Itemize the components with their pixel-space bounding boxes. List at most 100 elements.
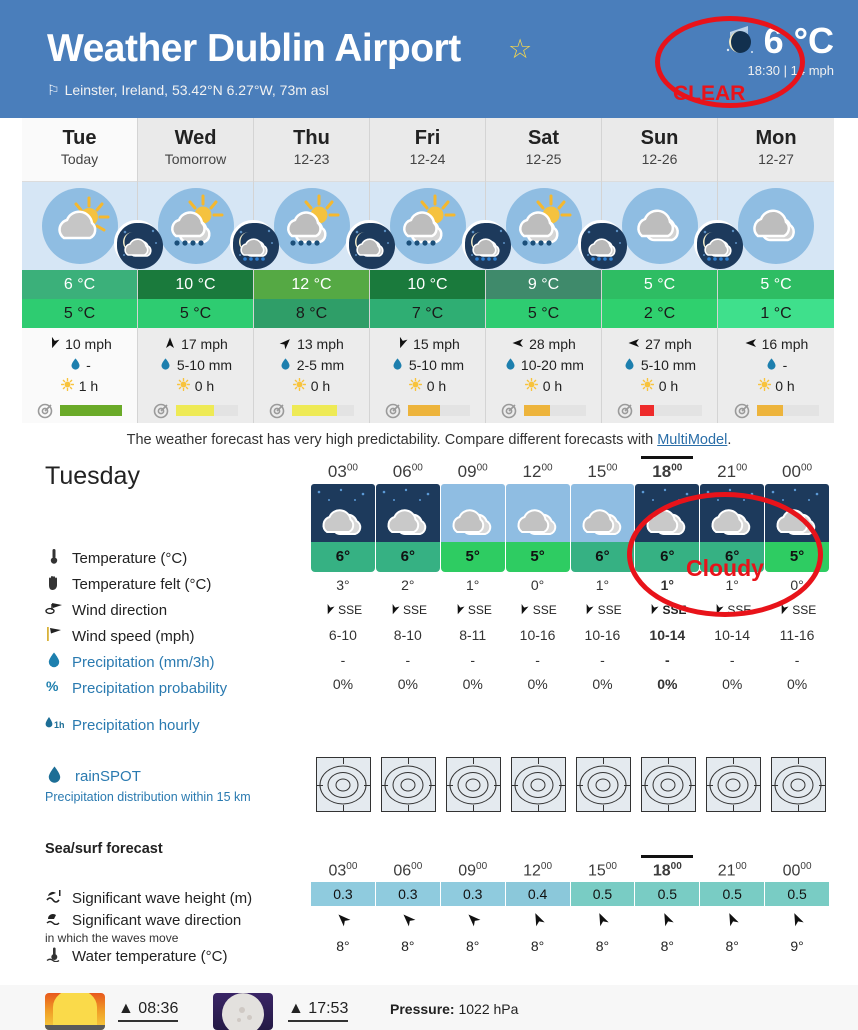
precipitation-hourly-label-row[interactable]: 1h Precipitation hourly — [45, 716, 200, 735]
day-header: Mon 12-27 — [718, 118, 834, 182]
day-max-temp: 9 °C — [486, 270, 601, 299]
day-column-mon[interactable]: Mon 12-27 5 °C 1 °C 16 mph - 0 h — [718, 118, 834, 423]
day-name: Tue — [62, 127, 97, 149]
day-predictability — [602, 402, 717, 419]
day-header: Tue Today — [22, 118, 137, 182]
rainspot-radar — [705, 757, 761, 812]
sea-wave-height-18: 0.5 — [635, 882, 700, 907]
rainspot-cell-00 — [766, 757, 830, 812]
day-name: Sat — [527, 127, 560, 149]
droplet-icon — [68, 355, 82, 376]
predictability-bar — [640, 405, 702, 416]
day-weather-icons — [22, 182, 163, 270]
day-column-wed[interactable]: Wed Tomorrow 10 °C 5 °C 17 mph 5-10 mm 0… — [138, 118, 279, 423]
sea-water-temp-18: 8° — [660, 938, 674, 955]
day-column-sat[interactable]: Sat 12-25 9 °C 5 °C 28 mph 10-20 mm 0 h — [486, 118, 627, 423]
moonrise-time-value: 17:53 — [308, 1000, 349, 1017]
day-column-thu[interactable]: Thu 12-23 12 °C 8 °C 13 mph 2-5 mm 0 h — [254, 118, 395, 423]
moonrise-time: ▲ 17:53 — [288, 1000, 349, 1022]
sea-water-temp-12: 8° — [530, 938, 545, 955]
cloud-icon — [738, 188, 814, 264]
hour-precipitation-06: - — [405, 652, 411, 668]
day-min-temp: 5 °C — [138, 299, 253, 328]
day-min-temp: 8 °C — [254, 299, 369, 328]
hourly-parameter-labels: Temperature (°C) Temperature felt (°C) W… — [45, 545, 315, 701]
hourly-label-4[interactable]: Precipitation (mm/3h) — [45, 649, 315, 675]
day-precip-row: 5-10 mm — [370, 355, 485, 376]
day-precip-row: 10-20 mm — [486, 355, 601, 376]
sun-icon — [293, 376, 307, 397]
day-min-temp: 7 °C — [370, 299, 485, 328]
arrow-w-icon — [511, 334, 525, 355]
hourly-label-5[interactable]: % Precipitation probability — [45, 675, 315, 701]
hour-felt-03: 3° — [336, 577, 350, 593]
day-sun-hours: 0 h — [426, 378, 447, 394]
predictability-bar — [756, 405, 819, 416]
arrow-nnw-icon — [531, 908, 545, 936]
day-name: Wed — [174, 127, 217, 149]
hour-weather-icon-09 — [440, 484, 505, 542]
page-title: Weather Dublin Airport — [47, 27, 461, 70]
star-icon[interactable]: ☆ — [508, 36, 532, 63]
rainspot-cell-15 — [571, 757, 635, 812]
day-sun-hours: 0 h — [194, 378, 215, 394]
wind-flag-icon — [45, 626, 63, 646]
droplet-icon — [623, 355, 637, 376]
triangle-up-icon-2: ▲ — [288, 1000, 304, 1017]
hour-header-15: 1500 — [587, 462, 618, 481]
droplet-icon — [503, 355, 517, 376]
rainspot-row — [311, 757, 831, 812]
rainspot-cell-03 — [311, 757, 375, 812]
rainspot-cell-12 — [506, 757, 570, 812]
sea-wave-height-06: 0.3 — [375, 882, 440, 907]
day-sun-row: 0 h — [138, 376, 253, 397]
day-column-fri[interactable]: Fri 12-24 10 °C 7 °C 15 mph 5-10 mm 0 h — [370, 118, 511, 423]
sun-icon — [757, 376, 771, 397]
hourly-label-0: Temperature (°C) — [45, 545, 315, 571]
rainspot-cell-09 — [441, 757, 505, 812]
hourly-hours-row: 0300 0600 0900 1200 1500 1800 2100 0000 — [311, 456, 829, 484]
hour-probability-12: 0% — [527, 676, 548, 692]
hour-wind-direction-00: SSE — [765, 598, 829, 623]
day-column-tue[interactable]: Tue Today 6 °C 5 °C 10 mph - 1 h — [22, 118, 163, 423]
day-column-sun[interactable]: Sun 12-26 5 °C 2 °C 27 mph 5-10 mm 0 h — [602, 118, 743, 423]
hand-icon — [45, 574, 63, 595]
hour-weather-icon-18 — [635, 484, 700, 542]
daily-forecast-table: Tue Today 6 °C 5 °C 10 mph - 1 h Wed Tom… — [22, 118, 834, 423]
sea-label-1: Significant wave direction — [45, 909, 325, 931]
hour-weather-icon-06 — [375, 484, 440, 542]
moon-clear-icon — [720, 22, 758, 60]
sun-cloud-rain-icon — [273, 188, 350, 264]
hourly-label-text: Temperature felt (°C) — [72, 575, 212, 593]
day-wind-speed: 17 mph — [181, 336, 228, 352]
moon-icon — [213, 993, 273, 1030]
hour-temperature-12: 5° — [505, 542, 570, 572]
sun-cloud-icon — [41, 188, 118, 264]
hourly-precipitation-row: -------- — [311, 648, 829, 672]
current-conditions: 6 °C 18:30 | 14 mph — [720, 22, 834, 78]
day-details: 27 mph 5-10 mm 0 h — [602, 328, 717, 423]
hour-wind-speed-09: 8-11 — [459, 627, 487, 643]
hour-felt-21: 1° — [725, 577, 739, 593]
note-text-before: The weather forecast has very high predi… — [126, 432, 658, 448]
hour-weather-icon-00 — [765, 484, 829, 542]
sun-icon — [641, 376, 655, 397]
droplet-icon — [45, 652, 63, 672]
droplet-icon — [391, 355, 405, 376]
day-wind-speed: 16 mph — [761, 336, 809, 352]
rainspot-radar — [770, 757, 826, 812]
day-sun-hours: 0 h — [658, 378, 679, 394]
day-header: Sun 12-26 — [602, 118, 717, 182]
day-header: Fri 12-24 — [370, 118, 485, 182]
hour-temperature-15: 6° — [570, 542, 635, 572]
sea-hours-row: 0300 0600 0900 1200 1500 1800 2100 0000 — [311, 854, 829, 882]
hour-wind-direction-21: SSE — [700, 598, 764, 623]
hour-weather-icon-21 — [700, 484, 765, 542]
day-max-temp: 10 °C — [138, 270, 253, 299]
svg-text:1h: 1h — [54, 720, 65, 730]
moon-cloud-icon — [114, 220, 163, 269]
multimodel-link[interactable]: MultiModel — [657, 432, 727, 448]
rainspot-label-block[interactable]: rainSPOT Precipitation distribution with… — [45, 766, 251, 804]
day-details: 15 mph 5-10 mm 0 h — [370, 328, 485, 423]
arrow-nnw-icon — [790, 908, 804, 936]
